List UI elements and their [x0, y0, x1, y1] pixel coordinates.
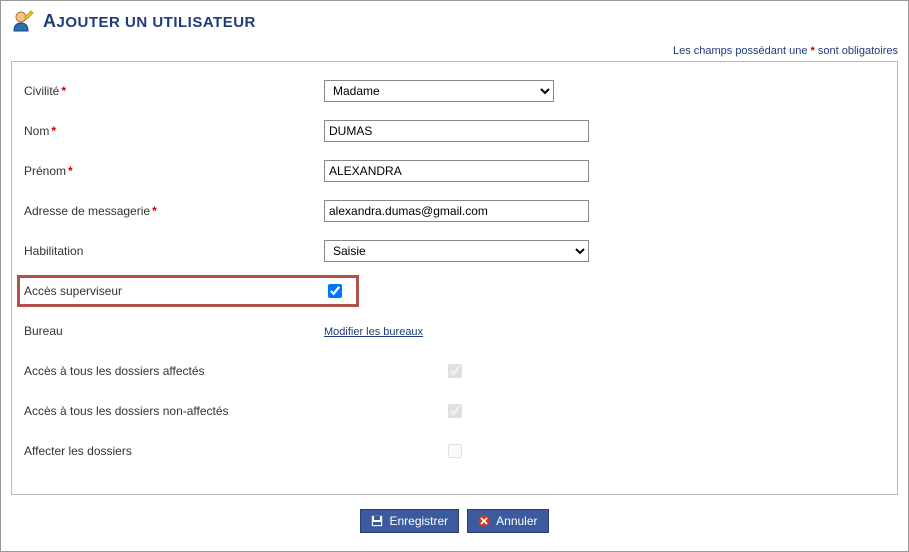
affecter-checkbox [448, 444, 462, 458]
label-prenom: Prénom* [24, 164, 324, 178]
required-fields-note: Les champs possédant une * sont obligato… [11, 45, 898, 57]
row-email: Adresse de messagerie* [24, 196, 885, 226]
form-panel: Civilité* Madame Nom* Prénom* [11, 61, 898, 495]
row-civilite: Civilité* Madame [24, 76, 885, 106]
row-dossiers-non-affectes: Accès à tous les dossiers non-affectés [24, 396, 885, 426]
row-superviseur: Accès superviseur [18, 276, 358, 306]
row-prenom: Prénom* [24, 156, 885, 186]
modify-offices-link[interactable]: Modifier les bureaux [324, 326, 423, 338]
row-dossiers-affectes: Accès à tous les dossiers affectés [24, 356, 885, 386]
cancel-button[interactable]: Annuler [467, 509, 548, 533]
label-civilite: Civilité* [24, 84, 324, 98]
dialog-title: AJOUTER UN UTILISATEUR [43, 11, 256, 32]
save-button-label: Enregistrer [389, 514, 448, 528]
dialog-container: AJOUTER UN UTILISATEUR Les champs posséd… [0, 0, 909, 552]
nom-input[interactable] [324, 120, 589, 142]
superviseur-checkbox[interactable] [328, 284, 342, 298]
habilitation-select[interactable]: Saisie [324, 240, 589, 262]
row-affecter: Affecter les dossiers [24, 436, 885, 466]
row-habilitation: Habilitation Saisie [24, 236, 885, 266]
label-superviseur: Accès superviseur [24, 284, 324, 298]
dialog-header: AJOUTER UN UTILISATEUR [11, 7, 898, 39]
label-affecter: Affecter les dossiers [24, 444, 444, 458]
add-user-icon [11, 9, 35, 33]
save-button[interactable]: Enregistrer [360, 509, 459, 533]
cancel-icon [478, 515, 490, 527]
label-habilitation: Habilitation [24, 244, 324, 258]
label-bureau: Bureau [24, 324, 324, 338]
dossiers-non-affectes-checkbox [448, 404, 462, 418]
label-nom: Nom* [24, 124, 324, 138]
save-icon [371, 515, 383, 527]
row-bureau: Bureau Modifier les bureaux [24, 316, 885, 346]
prenom-input[interactable] [324, 160, 589, 182]
email-input[interactable] [324, 200, 589, 222]
label-dossiers-affectes: Accès à tous les dossiers affectés [24, 364, 444, 378]
dossiers-affectes-checkbox [448, 364, 462, 378]
label-email: Adresse de messagerie* [24, 204, 324, 218]
button-bar: Enregistrer Annuler [11, 509, 898, 533]
cancel-button-label: Annuler [496, 514, 537, 528]
civilite-select[interactable]: Madame [324, 80, 554, 102]
label-dossiers-non-affectes: Accès à tous les dossiers non-affectés [24, 404, 444, 418]
row-nom: Nom* [24, 116, 885, 146]
